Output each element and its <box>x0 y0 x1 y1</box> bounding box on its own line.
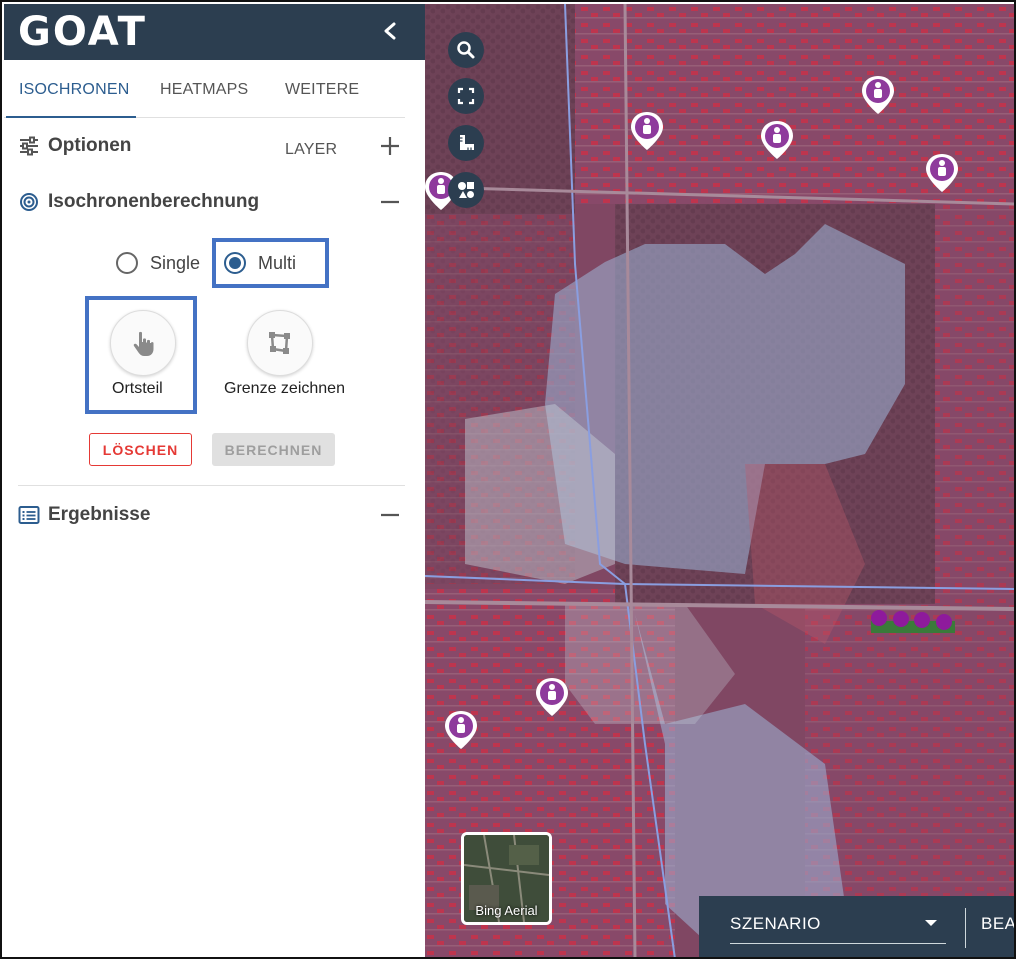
highlight-box-ortsteil <box>85 296 197 414</box>
scenario-select[interactable]: SZENARIO <box>730 914 821 934</box>
minus-icon[interactable] <box>379 504 401 526</box>
draw-boundary-button[interactable] <box>247 310 313 376</box>
scenario-edit-button[interactable]: BEA <box>981 914 1014 934</box>
tab-isochronen[interactable]: ISOCHRONEN <box>19 60 129 118</box>
basemap-switcher[interactable]: Bing Aerial <box>461 832 552 925</box>
chevron-left-icon[interactable] <box>377 16 405 46</box>
draw-boundary-label: Grenze zeichnen <box>224 380 345 397</box>
section-ergebnisse-header[interactable]: Ergebnisse <box>18 500 405 530</box>
section-title: Optionen <box>48 135 132 156</box>
ruler-icon <box>460 135 474 150</box>
highlight-box-multi <box>212 238 329 288</box>
scenario-select-underline <box>730 943 946 944</box>
sidebar: GOAT ISOCHRONEN HEATMAPS WEITERE LAYER O… <box>4 4 425 957</box>
header: GOAT <box>4 4 425 60</box>
radio-single-indicator[interactable] <box>116 252 138 274</box>
draw-polygon-icon <box>269 332 290 354</box>
section-isochronenberechnung-header[interactable]: Isochronenberechnung <box>18 187 405 217</box>
map-search-button[interactable] <box>448 32 484 68</box>
chevron-down-icon[interactable] <box>925 920 937 926</box>
map-fullscreen-button[interactable] <box>448 78 484 114</box>
active-tab-indicator <box>6 116 136 118</box>
plus-icon[interactable] <box>379 135 401 157</box>
shapes-icon <box>458 182 474 198</box>
map-measure-button[interactable] <box>448 125 484 161</box>
minus-icon[interactable] <box>379 191 401 213</box>
app-window: GOAT ISOCHRONEN HEATMAPS WEITERE LAYER O… <box>0 0 1016 959</box>
tab-bar: ISOCHRONEN HEATMAPS WEITERE LAYER <box>4 60 405 158</box>
fullscreen-icon <box>457 87 475 105</box>
target-icon <box>20 193 38 211</box>
app-logo: GOAT <box>18 9 147 55</box>
map-view[interactable]: Bing Aerial SZENARIO BEA <box>425 4 1016 959</box>
tab-weitere-layer[interactable]: WEITERE LAYER <box>285 60 405 158</box>
section-divider <box>18 485 405 486</box>
sliders-icon <box>20 136 38 156</box>
tab-heatmaps[interactable]: HEATMAPS <box>160 60 248 118</box>
section-title: Isochronenberechnung <box>48 191 260 212</box>
section-optionen-header[interactable]: Optionen <box>18 131 405 161</box>
scenario-bar: SZENARIO BEA <box>699 896 1014 957</box>
basemap-label: Bing Aerial <box>475 903 538 918</box>
map-layers-button[interactable] <box>448 172 484 208</box>
delete-button[interactable]: LÖSCHEN <box>89 433 192 466</box>
search-icon <box>457 41 475 59</box>
section-title: Ergebnisse <box>48 504 151 525</box>
radio-single[interactable]: Single <box>116 252 200 274</box>
list-icon <box>18 506 40 524</box>
scenario-divider <box>965 908 966 948</box>
map-canvas[interactable] <box>425 4 1016 959</box>
radio-single-label: Single <box>150 252 201 273</box>
calculate-button[interactable]: BERECHNEN <box>212 433 335 466</box>
